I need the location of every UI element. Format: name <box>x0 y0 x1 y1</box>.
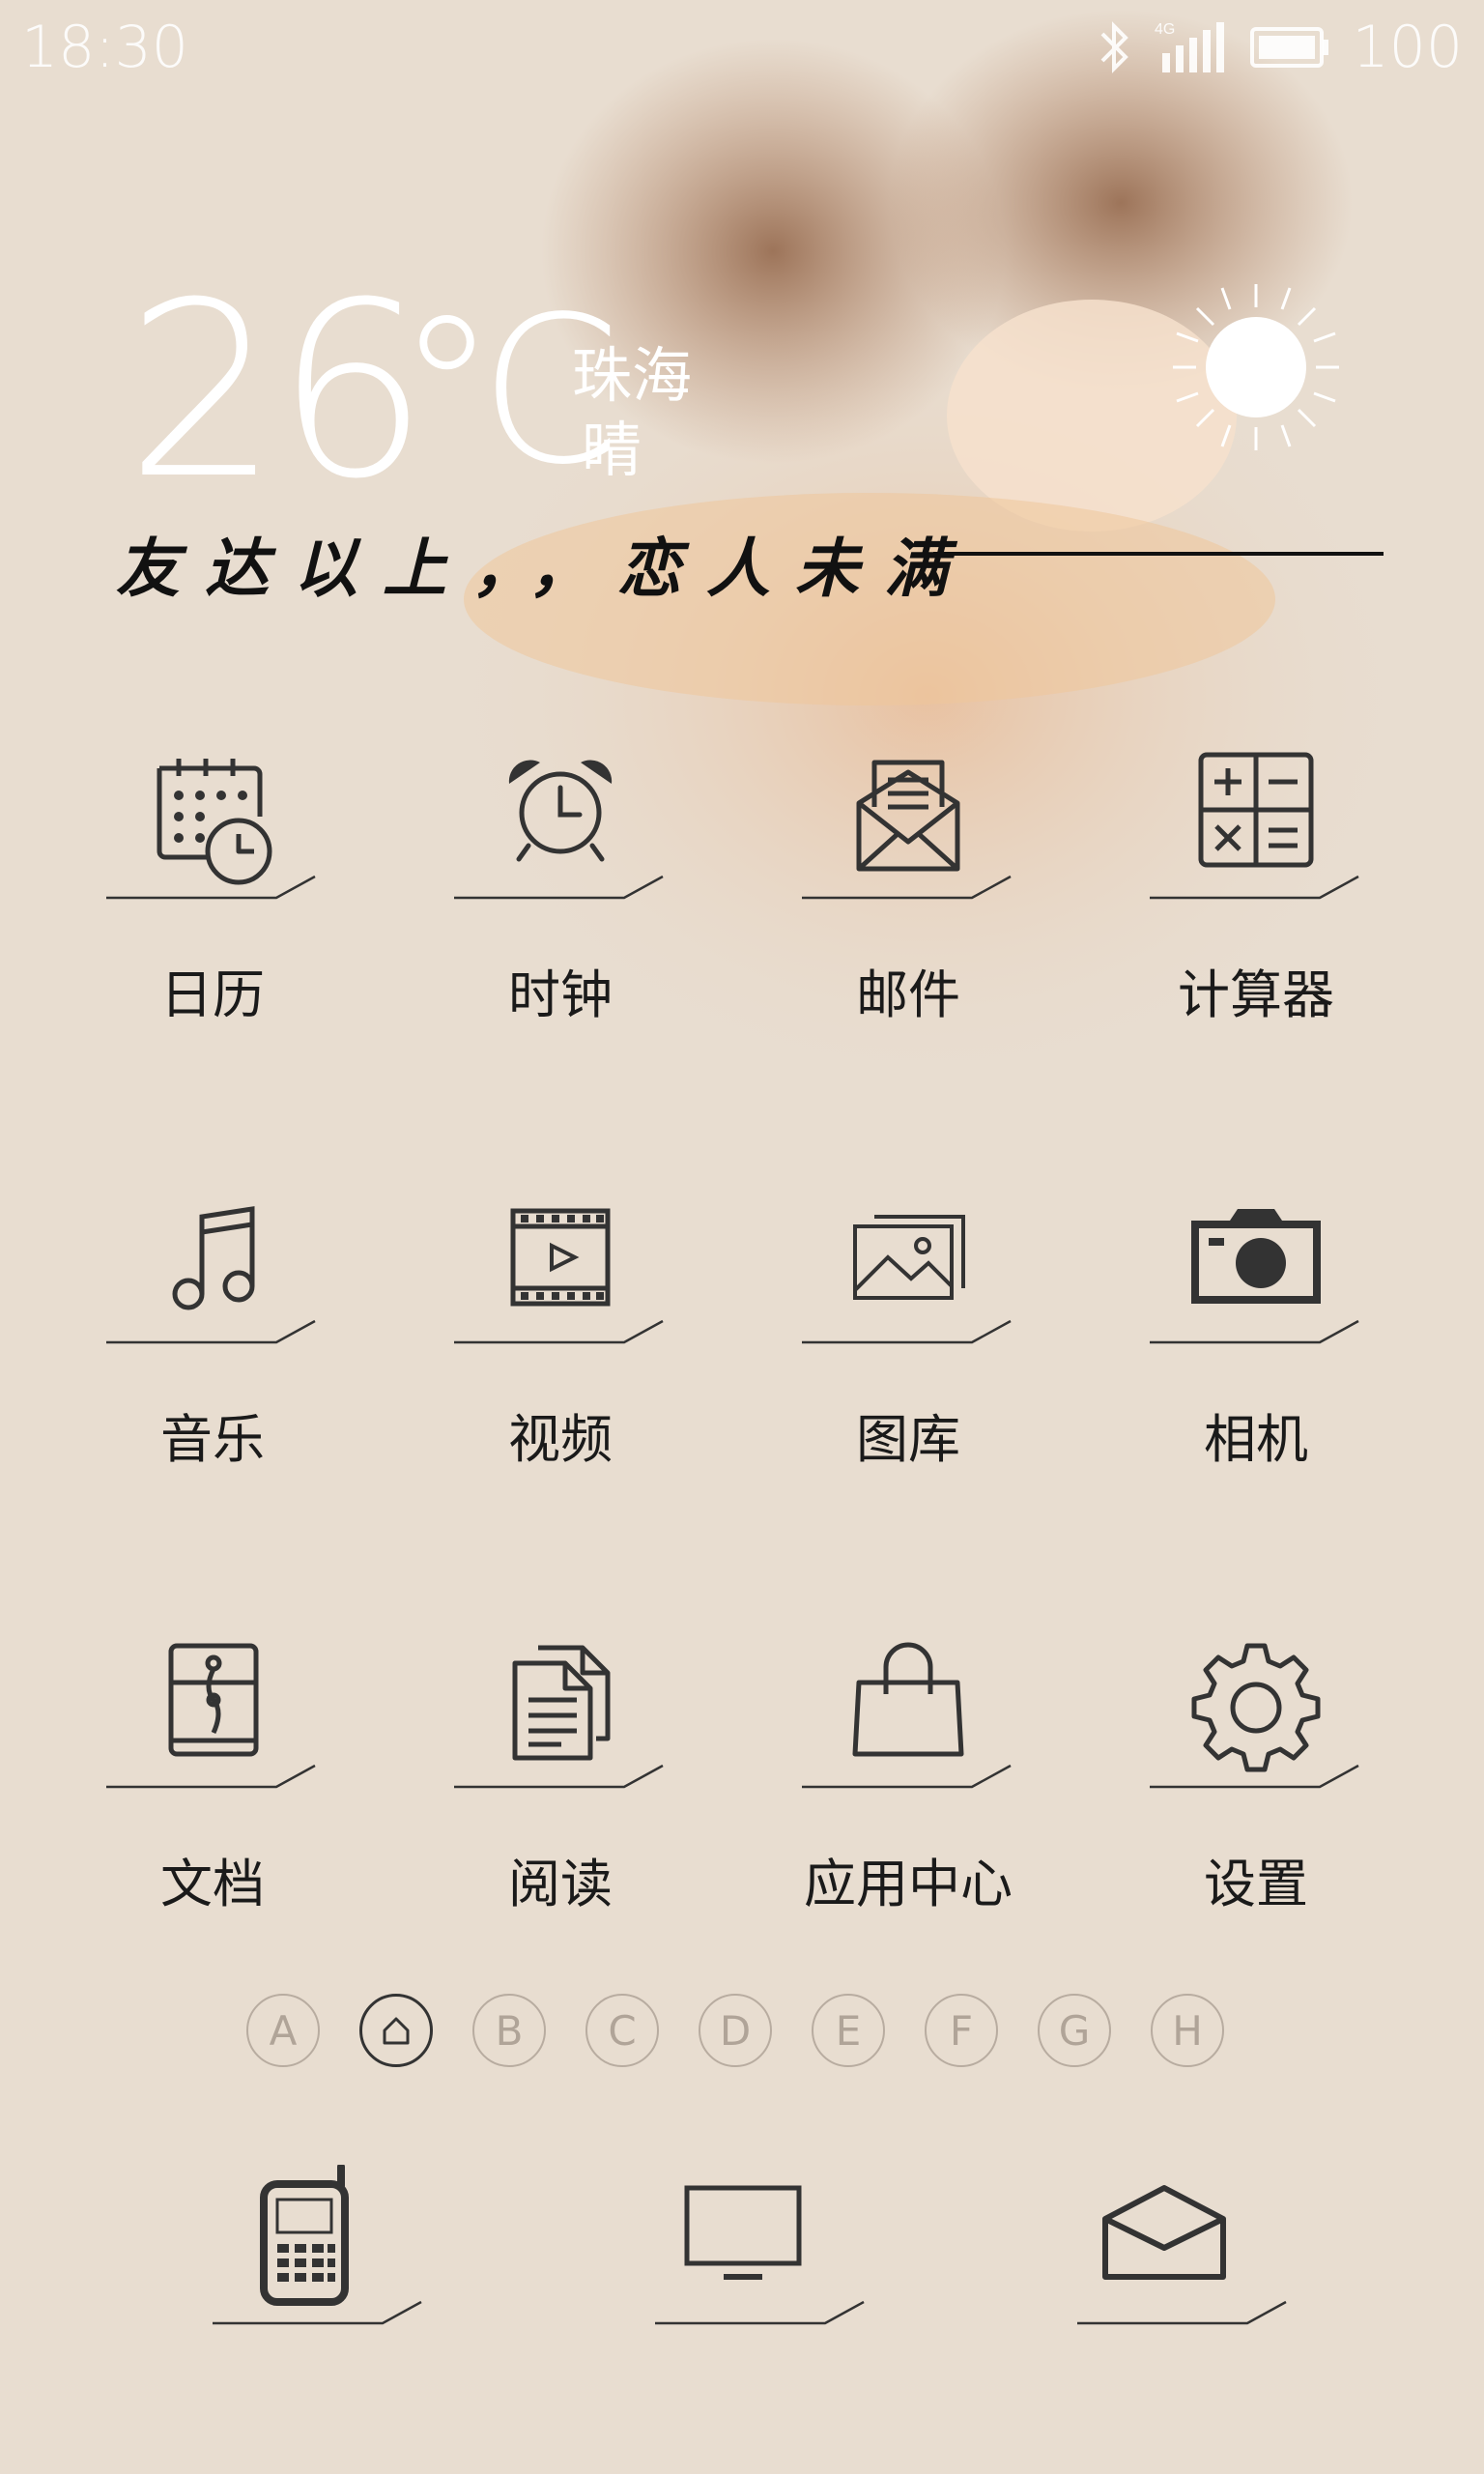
app-label: 计算器 <box>1178 964 1334 1025</box>
shelf-line <box>1077 2300 1287 2325</box>
shelf-line <box>802 875 1012 900</box>
app-reading[interactable]: 阅读 <box>415 1638 705 1957</box>
phone-icon <box>260 2165 349 2306</box>
page-dot-d[interactable]: D <box>699 1994 772 2067</box>
app-store[interactable]: 应用中心 <box>763 1638 1053 1957</box>
page-dot-e[interactable]: E <box>812 1994 885 2067</box>
shelf-line <box>454 875 664 900</box>
app-label: 音乐 <box>160 1409 265 1470</box>
shelf-line <box>213 2300 422 2325</box>
shelf-line <box>454 1764 664 1789</box>
shelf-line <box>1150 1764 1359 1789</box>
app-label: 图库 <box>856 1409 960 1470</box>
app-camera[interactable]: 相机 <box>1111 1194 1401 1512</box>
shelf-line <box>655 2300 865 2325</box>
shelf-line <box>802 1764 1012 1789</box>
shelf-line <box>106 875 316 900</box>
page-dot-c[interactable]: C <box>585 1994 659 2067</box>
page-dot-a[interactable]: A <box>246 1994 320 2067</box>
shelf-line <box>1150 1319 1359 1344</box>
app-settings[interactable]: 设置 <box>1111 1638 1401 1957</box>
app-gallery[interactable]: 图库 <box>763 1194 1053 1512</box>
app-documents[interactable]: 文档 <box>68 1638 357 1957</box>
slogan-underline <box>933 552 1384 556</box>
temperature: 26 <box>126 250 429 532</box>
app-calendar[interactable]: 日历 <box>68 749 357 1068</box>
app-mail[interactable]: 邮件 <box>763 749 1053 1068</box>
app-label: 设置 <box>1204 1854 1308 1914</box>
dock-phone[interactable] <box>174 2165 425 2358</box>
shelf-line <box>1150 875 1359 900</box>
shelf-line <box>106 1764 316 1789</box>
page-dot-f[interactable]: F <box>925 1994 998 2067</box>
status-icons: 4G 100 <box>1095 14 1463 81</box>
battery-level: 100 <box>1352 14 1463 81</box>
home-icon <box>383 2017 410 2045</box>
shelf-line <box>106 1319 316 1344</box>
app-clock[interactable]: 时钟 <box>415 749 705 1068</box>
page-dot-g[interactable]: G <box>1038 1994 1111 2067</box>
envelope-icon <box>1102 2185 1226 2280</box>
app-label: 邮件 <box>856 964 960 1025</box>
status-time: 18:30 <box>21 14 188 81</box>
dock-messages[interactable] <box>1039 2165 1290 2358</box>
monitor-icon <box>684 2185 802 2280</box>
app-label: 视频 <box>508 1409 613 1470</box>
sun-icon <box>1173 284 1339 450</box>
page-indicator: A B C D E F G H <box>246 1994 1224 2067</box>
shelf-line <box>802 1319 1012 1344</box>
status-bar: 18:30 4G 100 <box>0 0 1484 97</box>
bluetooth-icon <box>1101 21 1129 73</box>
app-label: 日历 <box>160 964 265 1025</box>
app-calculator[interactable]: 计算器 <box>1111 749 1401 1068</box>
weather-condition: 晴 <box>582 415 642 485</box>
wallpaper-illustration <box>425 10 1430 1102</box>
page-dot-h[interactable]: H <box>1151 1994 1224 2067</box>
app-label: 应用中心 <box>804 1854 1013 1914</box>
dock-browser[interactable] <box>616 2165 868 2358</box>
app-label: 阅读 <box>508 1854 613 1914</box>
app-label: 文档 <box>160 1854 265 1914</box>
app-label: 相机 <box>1204 1409 1308 1470</box>
signal-4g-icon: 4G <box>1155 21 1225 72</box>
app-label: 时钟 <box>508 964 613 1025</box>
network-type: 4G <box>1155 21 1175 38</box>
app-music[interactable]: 音乐 <box>68 1194 357 1512</box>
shelf-line <box>454 1319 664 1344</box>
app-video[interactable]: 视频 <box>415 1194 705 1512</box>
battery-icon <box>1250 27 1329 68</box>
page-dot-b[interactable]: B <box>472 1994 546 2067</box>
page-dot-home[interactable] <box>359 1994 433 2067</box>
slogan-text: 友达以上，，恋人未满 <box>116 531 973 606</box>
